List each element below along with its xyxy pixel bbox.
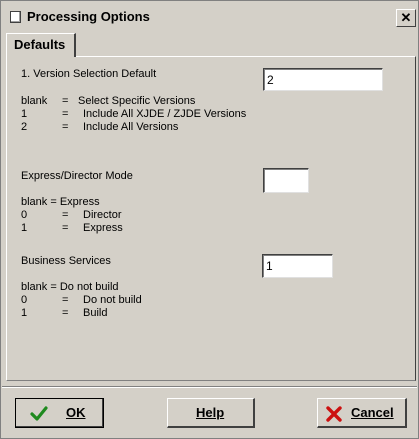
divider [2,386,417,388]
checkmark-icon [30,406,48,421]
cancel-button[interactable]: Cancel [317,398,407,428]
option-label-express-director: Express/Director Mode [21,170,133,182]
help-label: Help [196,405,225,420]
choice-row: 1 = Include All XJDE / ZJDE Versions [21,108,247,120]
option-label-business-services: Business Services [21,255,111,267]
processing-options-window: Processing Options ✕ Defaults 1. Version… [0,0,419,439]
choice-row: blank = Express [21,196,100,208]
ok-label: OK [66,405,86,420]
choice-row: blank = Do not build [21,281,119,293]
business-services-input[interactable] [262,254,333,278]
version-selection-input[interactable] [263,68,383,91]
close-icon: ✕ [400,10,412,25]
title-bar: Processing Options ✕ [2,2,417,32]
help-button[interactable]: Help [167,398,255,428]
close-button[interactable]: ✕ [396,9,416,27]
choice-row: 0 = Do not build [21,294,142,306]
tab-label: Defaults [14,37,66,52]
choice-row: blank = Select Specific Versions [21,95,196,107]
choice-row: 1 = Build [21,307,108,319]
option-label-version-selection: 1. Version Selection Default [21,68,157,80]
window-title: Processing Options [27,9,150,24]
window-icon [10,11,21,23]
red-x-icon [326,406,342,422]
choice-row: 1 = Express [21,222,123,234]
choice-row: 2 = Include All Versions [21,121,179,133]
ok-button[interactable]: OK [15,398,104,428]
express-director-input[interactable] [263,168,309,193]
cancel-label: Cancel [351,405,394,420]
tab-defaults[interactable]: Defaults [6,33,76,57]
choice-row: 0 = Director [21,209,122,221]
